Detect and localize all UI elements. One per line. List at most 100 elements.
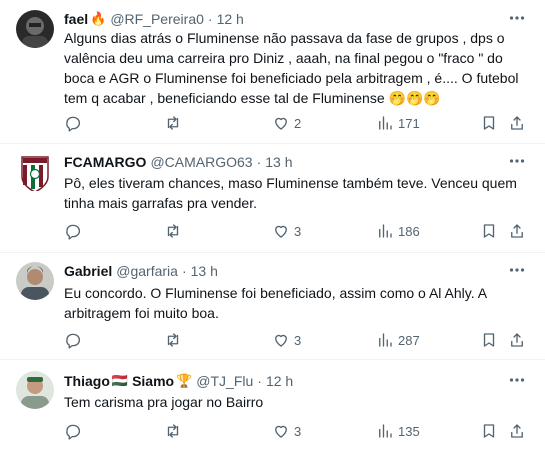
timestamp[interactable]: 12 h <box>266 373 293 389</box>
heart-icon <box>275 334 287 347</box>
action-bar: 3 287 <box>60 328 531 352</box>
share-button[interactable] <box>508 328 526 352</box>
reply-button[interactable] <box>64 219 86 243</box>
share-button[interactable] <box>508 419 526 443</box>
tweet-text-line: valência deu uma carreira pro Diniz , aa… <box>64 50 503 66</box>
avatar-photo <box>16 10 54 48</box>
tweet-text: Eu concordo. O Fluminense foi beneficiad… <box>64 283 531 323</box>
bookmark-icon <box>483 424 495 438</box>
more-dots-icon[interactable] <box>507 260 527 280</box>
timestamp[interactable]: 13 h <box>265 154 292 170</box>
tweet-header: fael 🔥 @RF_Pereira0 · 12 h <box>64 9 505 29</box>
reply-button[interactable] <box>64 419 86 443</box>
like-button[interactable]: 3 <box>272 219 301 243</box>
view-count: 287 <box>398 332 420 348</box>
timestamp[interactable]: 13 h <box>191 263 218 279</box>
tweet-text-line: tem q acabar , beneficiando esse tal de … <box>64 90 441 106</box>
view-count: 171 <box>398 115 420 131</box>
display-name[interactable]: Thiago <box>64 373 110 389</box>
display-name[interactable]: FCAMARGO <box>64 154 146 170</box>
views-chart-icon <box>379 333 392 347</box>
bookmark-button[interactable] <box>480 219 498 243</box>
action-bar: 3 135 <box>60 419 531 443</box>
share-button[interactable] <box>508 111 526 135</box>
bookmark-button[interactable] <box>480 328 498 352</box>
user-handle[interactable]: @RF_Pereira0 <box>110 11 204 27</box>
share-icon <box>511 224 523 238</box>
bookmark-icon <box>483 224 495 238</box>
tweet[interactable]: Gabriel @garfaria · 13 h Eu concordo. O … <box>0 254 545 360</box>
share-icon <box>511 116 523 130</box>
avatar-photo <box>16 262 54 300</box>
reply-feed: fael 🔥 @RF_Pereira0 · 12 h Alguns dias a… <box>0 0 545 456</box>
like-button[interactable]: 3 <box>272 328 301 352</box>
bookmark-icon <box>483 116 495 130</box>
user-handle[interactable]: @garfaria <box>116 263 178 279</box>
avatar-photo <box>16 371 54 409</box>
like-count: 3 <box>294 423 302 439</box>
views-button[interactable]: 287 <box>376 328 420 352</box>
like-button[interactable]: 3 <box>272 419 301 443</box>
reply-icon <box>66 424 81 440</box>
share-button[interactable] <box>508 219 526 243</box>
like-count: 2 <box>294 115 302 131</box>
share-icon <box>511 424 523 438</box>
like-button[interactable]: 2 <box>272 111 301 135</box>
retweet-button[interactable] <box>164 419 186 443</box>
views-chart-icon <box>379 224 392 238</box>
bookmark-icon <box>483 333 495 347</box>
retweet-button[interactable] <box>164 219 186 243</box>
avatar[interactable] <box>16 371 54 409</box>
display-name-suffix[interactable]: Siamo <box>132 373 174 389</box>
bookmark-button[interactable] <box>480 111 498 135</box>
tweet[interactable]: FCAMARGO @CAMARGO63 · 13 h Pô, eles tive… <box>0 145 545 253</box>
tweet-text-line: arbitragem foi muito boa. <box>64 305 219 321</box>
like-count: 3 <box>294 332 302 348</box>
tweet[interactable]: fael 🔥 @RF_Pereira0 · 12 h Alguns dias a… <box>0 0 545 144</box>
reply-icon <box>66 333 81 349</box>
view-count: 186 <box>398 223 420 239</box>
tweet-text-line: Alguns dias atrás o Fluminense não passa… <box>64 30 505 46</box>
timestamp[interactable]: 12 h <box>217 11 244 27</box>
retweet-icon <box>167 333 179 347</box>
avatar[interactable] <box>16 10 54 48</box>
like-count: 3 <box>294 223 302 239</box>
retweet-button[interactable] <box>164 328 186 352</box>
user-handle[interactable]: @TJ_Flu <box>196 373 253 389</box>
bookmark-button[interactable] <box>480 419 498 443</box>
display-name[interactable]: fael <box>64 11 88 27</box>
reply-button[interactable] <box>64 328 86 352</box>
reply-icon <box>66 224 81 240</box>
heart-icon <box>275 425 287 438</box>
more-dots-icon[interactable] <box>507 8 527 28</box>
separator-dot: · <box>257 373 262 389</box>
reply-button[interactable] <box>64 111 86 135</box>
heart-icon <box>275 117 287 130</box>
views-button[interactable]: 186 <box>376 219 420 243</box>
tweet[interactable]: Thiago 🇭🇺 Siamo 🏆 @TJ_Flu · 12 h Tem car… <box>0 361 545 456</box>
reply-icon <box>66 116 81 132</box>
name-emoji: 🔥 <box>90 11 107 26</box>
views-button[interactable]: 171 <box>376 111 420 135</box>
user-handle[interactable]: @CAMARGO63 <box>150 154 252 170</box>
tweet-text-line: tinha mais garrafas pra vender. <box>64 195 257 211</box>
views-button[interactable]: 135 <box>376 419 420 443</box>
retweet-icon <box>167 116 179 130</box>
more-dots-icon[interactable] <box>507 151 527 171</box>
more-dots-icon[interactable] <box>507 370 527 390</box>
trophy-emoji: 🏆 <box>176 373 193 388</box>
tweet-text: Alguns dias atrás o Fluminense não passa… <box>64 28 531 108</box>
tweet-text-line: Eu concordo. O Fluminense foi beneficiad… <box>64 285 488 301</box>
share-icon <box>511 333 523 347</box>
display-name[interactable]: Gabriel <box>64 263 112 279</box>
avatar[interactable] <box>16 153 54 191</box>
club-crest-logo <box>21 156 49 191</box>
separator-dot: · <box>256 154 262 170</box>
views-chart-icon <box>379 116 392 130</box>
tweet-text: Tem carisma pra jogar no Bairro <box>64 392 531 412</box>
tweet-text: Pô, eles tiveram chances, maso Fluminens… <box>64 173 531 213</box>
avatar[interactable] <box>16 262 54 300</box>
separator-dot: · <box>207 11 213 27</box>
retweet-button[interactable] <box>164 111 186 135</box>
tweet-header: Gabriel @garfaria · 13 h <box>64 261 505 281</box>
